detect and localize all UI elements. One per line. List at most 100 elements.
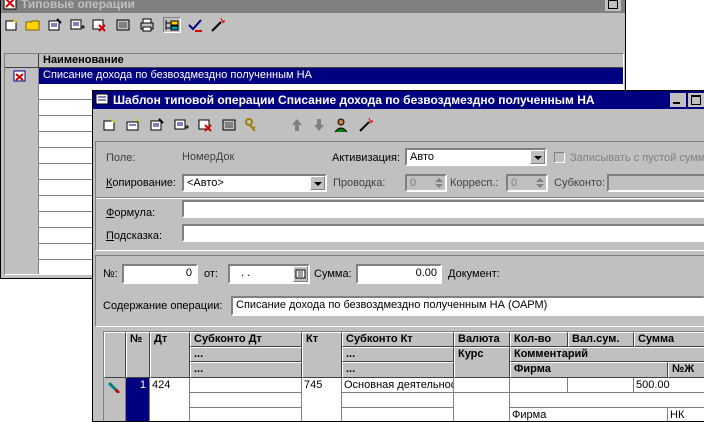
edit-icon[interactable] — [149, 117, 167, 133]
properties-icon[interactable] — [221, 117, 239, 133]
col-firm-header[interactable]: Фирма — [510, 362, 668, 378]
corresp-value: 0 — [511, 177, 518, 189]
number-label: №: — [103, 268, 118, 280]
properties-icon[interactable] — [115, 17, 133, 33]
copy-icon[interactable] — [69, 17, 87, 33]
col-cur-sum-header[interactable]: Вал.сум. — [568, 332, 634, 347]
subkonto-field[interactable] — [607, 174, 704, 192]
table-cell-qty[interactable] — [510, 378, 568, 393]
col-kt-header[interactable]: Кт — [302, 332, 342, 378]
template-settings-panel: Поле: НомерДок Активизация: Авто Записыв… — [95, 141, 704, 251]
col-subkonto-dt-3-header[interactable]: ... — [190, 362, 302, 378]
row-indicator-header — [5, 54, 39, 67]
spinner-arrows-icon[interactable] — [534, 176, 546, 190]
chevron-down-icon[interactable] — [310, 176, 325, 190]
table-cell-comment[interactable] — [510, 393, 704, 408]
document-label: Документ: — [448, 268, 500, 280]
corresp-spinner[interactable]: 0 — [506, 174, 548, 192]
back-window-titlebar[interactable]: Типовые операции — [1, 0, 625, 13]
delete-icon[interactable] — [197, 117, 215, 133]
copy-select[interactable]: <Авто> — [182, 174, 327, 192]
form-divider — [96, 197, 704, 199]
delete-icon[interactable] — [91, 17, 109, 33]
activation-select[interactable]: Авто — [405, 148, 547, 166]
hint-input[interactable] — [182, 224, 704, 242]
col-nj-header[interactable]: №Ж — [668, 362, 704, 378]
row-indicator[interactable] — [104, 378, 126, 421]
table-cell-sum[interactable]: 500.00 — [634, 378, 704, 393]
col-currency-header[interactable]: Валюта — [454, 332, 510, 347]
front-window-toolbar — [93, 113, 704, 137]
key-icon[interactable] — [243, 117, 261, 133]
content-value: Списание дохода по безвоздмездно получен… — [236, 299, 548, 311]
col-sum-header[interactable]: Сумма — [634, 332, 704, 347]
provodka-spinner[interactable]: 0 — [405, 174, 447, 192]
provodka-label: Проводка: — [333, 177, 386, 189]
col-subkonto-kt-header[interactable]: Субконто Кт — [342, 332, 454, 347]
table-cell-rate[interactable] — [454, 393, 510, 421]
magic-wand-icon[interactable] — [357, 117, 375, 133]
sum-input[interactable]: 0.00 — [356, 264, 442, 284]
col-comment-header[interactable]: Комментарий — [510, 347, 704, 362]
arrow-up-icon[interactable] — [289, 117, 307, 133]
edit-icon[interactable] — [47, 17, 65, 33]
table-cell-subkonto-kt-2[interactable] — [342, 393, 454, 408]
col-num-header[interactable]: № — [126, 332, 150, 378]
col-subkonto-kt-3-header[interactable]: ... — [342, 362, 454, 378]
sum-value: 0.00 — [415, 267, 437, 279]
table-cell-cur-sum[interactable] — [568, 378, 634, 393]
table-cell-currency[interactable] — [454, 378, 510, 393]
sum-label: Сумма: — [314, 268, 352, 280]
new-icon[interactable] — [3, 17, 21, 33]
col-dt-header[interactable]: Дт — [150, 332, 190, 378]
insert-icon[interactable] — [125, 117, 143, 133]
window-app-icon — [3, 0, 17, 10]
activation-label: Активизация: — [332, 152, 401, 164]
list-item[interactable]: Списание дохода по безвоздмездно получен… — [5, 68, 623, 84]
formula-input[interactable] — [182, 200, 704, 218]
maximize-button[interactable] — [605, 0, 621, 11]
table-cell-subkonto-dt-1[interactable] — [190, 378, 302, 393]
col-qty-header[interactable]: Кол-во — [510, 332, 568, 347]
table-row-num[interactable]: 1 — [126, 378, 150, 421]
save-empty-checkbox[interactable] — [554, 152, 565, 163]
front-window-titlebar[interactable]: Шаблон типовой операции Списание дохода … — [93, 91, 704, 109]
front-window-title: Шаблон типовой операции Списание дохода … — [113, 93, 595, 107]
field-value: НомерДок — [182, 151, 235, 163]
row-num-value: 1 — [139, 379, 146, 391]
magic-wand-icon[interactable] — [209, 17, 227, 33]
provodka-value: 0 — [410, 177, 417, 189]
table-cell-dt[interactable]: 424 — [150, 378, 190, 421]
folder-icon[interactable] — [25, 17, 43, 33]
tree-view-icon[interactable] — [163, 17, 181, 33]
col-subkonto-dt-header[interactable]: Субконто Дт — [190, 332, 302, 347]
content-input[interactable]: Списание дохода по безвоздмездно получен… — [231, 296, 704, 316]
minimize-button[interactable] — [670, 93, 686, 107]
new-icon[interactable] — [101, 117, 119, 133]
operation-template-window: Шаблон типовой операции Списание дохода … — [92, 90, 704, 422]
table-cell-kt[interactable]: 745 — [302, 378, 342, 421]
hint-label: Подсказка: — [106, 230, 163, 242]
number-input[interactable]: 0 — [122, 264, 198, 284]
col-subkonto-dt-2-header[interactable]: ... — [190, 347, 302, 362]
spinner-arrows-icon[interactable] — [433, 176, 445, 190]
table-cell-subkonto-dt-2[interactable] — [190, 393, 302, 408]
user-icon[interactable] — [333, 117, 351, 133]
chevron-down-icon[interactable] — [530, 150, 545, 164]
list-header: Наименование — [5, 54, 623, 68]
calendar-icon[interactable] — [293, 266, 308, 282]
print-icon[interactable] — [139, 17, 157, 33]
maximize-button[interactable] — [688, 93, 704, 107]
name-column-header[interactable]: Наименование — [43, 54, 124, 67]
date-input[interactable]: . . — [228, 264, 310, 284]
col-subkonto-kt-2-header[interactable]: ... — [342, 347, 454, 362]
table-cell-subkonto-kt-1[interactable]: Основная деятельность — [342, 378, 454, 393]
corresp-label: Корресп.: — [450, 177, 499, 189]
pencil-edit-icon — [107, 381, 121, 393]
window-app-icon — [95, 92, 109, 106]
copy-icon[interactable] — [173, 117, 191, 133]
save-empty-label: Записывать с пустой сумм — [570, 152, 704, 164]
checkmark-icon[interactable] — [187, 17, 205, 33]
arrow-down-icon[interactable] — [311, 117, 329, 133]
col-rate-header[interactable]: Курс — [454, 347, 510, 378]
